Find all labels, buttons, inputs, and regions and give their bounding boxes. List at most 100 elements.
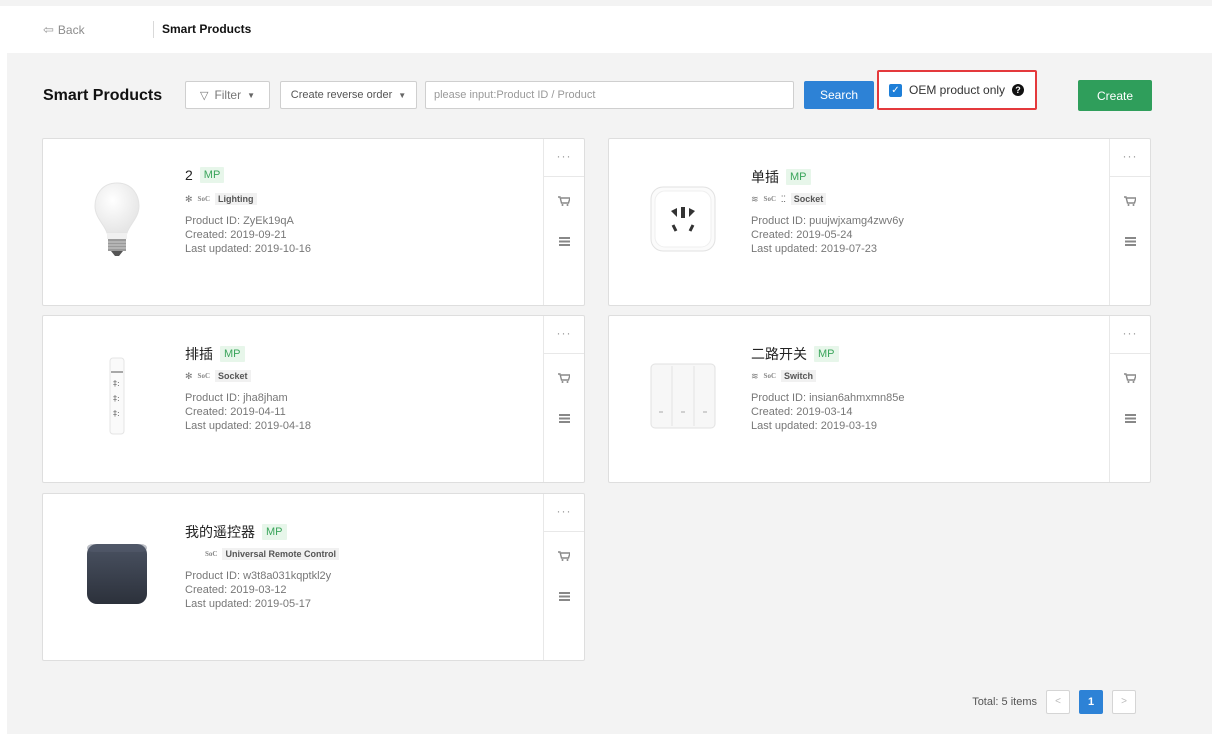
- more-icon[interactable]: ···: [1110, 139, 1150, 177]
- cart-icon[interactable]: [1110, 372, 1150, 386]
- product-meta: Product ID: ZyEk19qA Created: 2019-09-21…: [185, 214, 311, 256]
- product-card[interactable]: 单插 MP ≋ SoC ⵆ Socket Product ID: puujwjx…: [608, 138, 1151, 306]
- wifi-icon: ≋: [751, 193, 759, 204]
- cart-icon[interactable]: [1110, 195, 1150, 209]
- list-icon[interactable]: [1110, 412, 1150, 426]
- card-actions: ···: [543, 494, 584, 660]
- product-name[interactable]: 我的遥控器: [185, 522, 255, 542]
- soc-tag: SoC: [205, 550, 218, 558]
- more-icon[interactable]: ···: [1110, 316, 1150, 354]
- product-name[interactable]: 二路开关: [751, 344, 807, 364]
- card-actions: ···: [543, 316, 584, 482]
- total-items: Total: 5 items: [972, 696, 1037, 708]
- product-meta: Product ID: puujwjxamg4zwv6y Created: 20…: [751, 214, 904, 256]
- breadcrumb-title: Smart Products: [162, 22, 252, 36]
- bluetooth-icon: ✻: [185, 370, 193, 381]
- back-label: Back: [57, 23, 85, 37]
- card-actions: ···: [1109, 316, 1150, 482]
- list-icon[interactable]: [544, 235, 584, 249]
- help-icon[interactable]: ?: [1012, 84, 1025, 96]
- list-icon[interactable]: [1110, 235, 1150, 249]
- category-tag: Socket: [790, 193, 827, 205]
- product-card[interactable]: ‡: ‡: ‡: 排插 MP ✻ SoC Socket Product ID: …: [42, 315, 585, 483]
- list-icon[interactable]: [544, 590, 584, 604]
- more-icon[interactable]: ···: [544, 494, 584, 532]
- back-arrow-icon: ⇦: [43, 22, 54, 37]
- updated-date: Last updated: 2019-10-16: [185, 243, 311, 255]
- zigbee-icon: ⵆ: [781, 193, 786, 204]
- top-bar: ⇦ Back Smart Products: [0, 0, 1212, 53]
- updated-date: Last updated: 2019-04-18: [185, 420, 311, 432]
- pagination: Total: 5 items < 1 >: [972, 690, 1136, 714]
- page-title: Smart Products: [43, 87, 163, 104]
- updated-date: Last updated: 2019-05-17: [185, 598, 311, 610]
- product-name[interactable]: 排插: [185, 344, 213, 364]
- chevron-down-icon: ▼: [247, 90, 256, 100]
- switch-image: [633, 346, 733, 446]
- soc-tag: SoC: [763, 195, 776, 203]
- product-id: Product ID: ZyEk19qA: [185, 215, 294, 227]
- search-input[interactable]: [425, 81, 794, 109]
- product-tags: ≋ SoC ⵆ Socket: [751, 193, 827, 205]
- updated-date: Last updated: 2019-03-19: [751, 420, 877, 432]
- category-tag: Socket: [215, 370, 251, 382]
- mp-badge: MP: [814, 346, 839, 362]
- product-id: Product ID: jha8jham: [185, 392, 288, 404]
- product-name-row: 2 MP: [185, 167, 225, 183]
- product-meta: Product ID: jha8jham Created: 2019-04-11…: [185, 391, 311, 433]
- product-tags: ≋ SoC Switch: [751, 370, 817, 382]
- svg-text:‡:: ‡:: [113, 394, 120, 403]
- list-icon[interactable]: [544, 412, 584, 426]
- next-page-button[interactable]: >: [1112, 690, 1136, 714]
- product-name-row: 单插 MP: [751, 167, 811, 187]
- created-date: Created: 2019-03-12: [185, 584, 287, 596]
- product-name[interactable]: 2: [185, 167, 193, 183]
- topbar-divider: [153, 21, 154, 38]
- bluetooth-icon: ✻: [185, 193, 193, 204]
- mp-badge: MP: [786, 169, 811, 185]
- oem-filter: ✓ OEM product only ?: [877, 70, 1037, 110]
- socket-image: [633, 169, 733, 269]
- filter-label: Filter: [214, 88, 242, 102]
- product-card[interactable]: 2 MP ✻ SoC Lighting Product ID: ZyEk19qA…: [42, 138, 585, 306]
- created-date: Created: 2019-03-14: [751, 406, 853, 418]
- funnel-icon: ▽: [199, 89, 209, 102]
- product-id: Product ID: puujwjxamg4zwv6y: [751, 215, 904, 227]
- chevron-down-icon: ▼: [398, 90, 407, 100]
- cart-icon[interactable]: [544, 550, 584, 564]
- product-name[interactable]: 单插: [751, 167, 779, 187]
- product-name-row: 排插 MP: [185, 344, 245, 364]
- product-name-row: 我的遥控器 MP: [185, 522, 287, 542]
- page-number-current[interactable]: 1: [1079, 690, 1103, 714]
- product-card[interactable]: 二路开关 MP ≋ SoC Switch Product ID: insian6…: [608, 315, 1151, 483]
- prev-page-button[interactable]: <: [1046, 690, 1070, 714]
- more-icon[interactable]: ···: [544, 316, 584, 354]
- oem-label: OEM product only: [909, 83, 1006, 97]
- card-actions: ···: [1109, 139, 1150, 305]
- svg-text:‡:: ‡:: [113, 379, 120, 388]
- created-date: Created: 2019-04-11: [185, 406, 286, 418]
- card-actions: ···: [543, 139, 584, 305]
- product-card[interactable]: 我的遥控器 MP SoC Universal Remote Control Pr…: [42, 493, 585, 661]
- oem-checkbox[interactable]: ✓: [889, 83, 902, 97]
- mp-badge: MP: [199, 167, 225, 183]
- category-tag: Switch: [781, 370, 817, 382]
- product-meta: Product ID: insian6ahmxmn85e Created: 20…: [751, 391, 904, 433]
- cart-icon[interactable]: [544, 372, 584, 386]
- product-tags: ✻ SoC Lighting: [185, 193, 257, 205]
- create-button[interactable]: Create: [1078, 80, 1152, 111]
- updated-date: Last updated: 2019-07-23: [751, 243, 877, 255]
- product-meta: Product ID: w3t8a031kqptkl2y Created: 20…: [185, 569, 331, 611]
- mp-badge: MP: [220, 346, 245, 362]
- back-button[interactable]: ⇦ Back: [43, 22, 85, 38]
- filter-dropdown[interactable]: ▽ Filter ▼: [185, 81, 270, 109]
- product-tags: SoC Universal Remote Control: [185, 548, 339, 560]
- more-icon[interactable]: ···: [544, 139, 584, 177]
- svg-text:‡:: ‡:: [113, 409, 120, 418]
- product-tags: ✻ SoC Socket: [185, 370, 251, 382]
- soc-tag: SoC: [197, 372, 210, 380]
- reverse-order-dropdown[interactable]: Create reverse order ▼: [280, 81, 417, 109]
- search-button[interactable]: Search: [804, 81, 874, 109]
- cart-icon[interactable]: [544, 195, 584, 209]
- remote-image: [67, 524, 167, 624]
